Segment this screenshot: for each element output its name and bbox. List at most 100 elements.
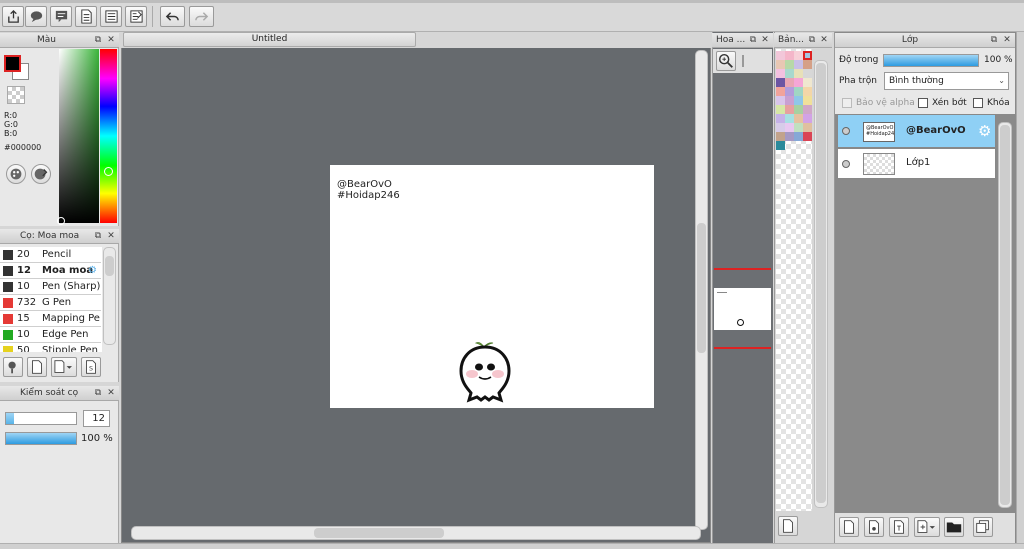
palette-swatch[interactable] [776,96,785,105]
palette-swatch[interactable] [785,123,794,132]
hue-slider[interactable] [100,49,117,223]
undock-icon[interactable]: ⧉ [807,35,817,45]
export-button[interactable] [2,6,24,27]
close-icon[interactable]: ✕ [106,35,116,45]
palette-swatch[interactable] [776,141,785,150]
canvas-vertical-scrollbar[interactable] [695,50,708,530]
redo-button[interactable] [189,6,214,27]
palette-swatch[interactable] [776,78,785,87]
palette-swatch[interactable] [785,87,794,96]
brush-list-item[interactable]: 20 Pencil [0,247,101,263]
palette-swatch[interactable] [794,51,803,60]
checklist-button[interactable] [125,6,147,27]
palette-swatch[interactable] [776,123,785,132]
palette-swatch[interactable] [794,114,803,123]
undock-icon[interactable]: ⧉ [93,35,103,45]
palette-swatch[interactable] [785,78,794,87]
new-text-layer-button[interactable] [889,517,909,537]
layer-scrollbar[interactable] [998,122,1012,508]
brush-list-scrollbar[interactable] [103,247,116,345]
palette-swatch[interactable] [794,132,803,141]
brush-opacity-slider[interactable] [5,432,77,445]
canvas-horizontal-scrollbar[interactable] [131,526,701,540]
close-icon[interactable]: ✕ [106,388,116,398]
gear-icon[interactable]: ⚙ [88,263,97,278]
palette-swatch[interactable] [803,114,812,123]
brush-copy-button[interactable]: S [81,357,101,377]
brush-settings-button[interactable] [3,357,23,377]
navigator-preview[interactable] [714,288,771,330]
saturation-value-picker[interactable] [59,49,99,223]
palette-swatch[interactable] [785,105,794,114]
transparent-color[interactable] [7,86,25,104]
undock-icon[interactable]: ⧉ [93,231,103,241]
layer-row[interactable]: Lớp1 [837,148,996,179]
palette-swatch[interactable] [785,60,794,69]
brush-list-item[interactable]: 732 G Pen [0,295,101,311]
scroll-thumb[interactable] [314,528,444,538]
palette-swatch[interactable] [794,123,803,132]
layer-visibility-toggle[interactable] [842,160,850,168]
new-folder-button[interactable] [944,517,964,537]
brush-size-slider[interactable] [5,412,77,425]
undo-button[interactable] [160,6,185,27]
speech-bubble-button[interactable] [25,6,47,27]
brush-list-item[interactable]: 15 Mapping Pen [0,311,101,327]
scroll-thumb[interactable] [105,256,114,276]
new-palette-color-button[interactable] [778,516,798,536]
list-button[interactable] [100,6,122,27]
palette-swatch[interactable] [803,123,812,132]
palette-swatch[interactable] [776,87,785,96]
palette-swatch[interactable] [803,78,812,87]
undock-icon[interactable]: ⧉ [748,35,758,45]
palette-swatch[interactable] [803,96,812,105]
scroll-thumb[interactable] [816,63,826,503]
palette-swatch[interactable] [794,87,803,96]
brush-menu-button[interactable] [51,357,77,377]
palette-swatch[interactable] [785,51,794,60]
palette-swatch[interactable] [803,132,812,141]
palette-swatch[interactable] [794,105,803,114]
clipping-checkbox[interactable] [918,98,928,108]
color-wheel-button[interactable] [6,164,26,184]
palette-swatch[interactable] [803,69,812,78]
zoom-slider-track[interactable] [742,55,744,67]
new-brush-button[interactable] [27,357,47,377]
undock-icon[interactable]: ⧉ [93,388,103,398]
close-icon[interactable]: ✕ [106,231,116,241]
palette-swatch[interactable] [794,96,803,105]
add-layer-menu-button[interactable] [914,517,940,537]
palette-swatch[interactable] [776,105,785,114]
palette-swatch[interactable] [803,60,812,69]
protect-alpha-checkbox[interactable] [842,98,852,108]
palette-swatch[interactable] [803,51,812,60]
scroll-thumb[interactable] [697,223,706,353]
brush-list-item[interactable]: 10 Pen (Sharp) [0,279,101,295]
blend-mode-select[interactable]: Bình thường ⌄ [884,72,1009,90]
comment-button[interactable] [50,6,72,27]
close-icon[interactable]: ✕ [1002,35,1012,45]
palette-swatch[interactable] [776,51,785,60]
brush-list-item[interactable]: 50 Stipple Pen [0,343,101,352]
palette-swatch[interactable] [785,132,794,141]
palette-swatch[interactable] [785,96,794,105]
color-picker-button[interactable] [31,164,51,184]
palette-swatch[interactable] [776,114,785,123]
close-icon[interactable]: ✕ [760,35,770,45]
duplicate-layer-button[interactable] [973,517,993,537]
undock-icon[interactable]: ⧉ [989,35,999,45]
canvas-tab[interactable]: Untitled [123,32,416,47]
palette-swatch[interactable] [794,60,803,69]
new-layer-type-button[interactable] [864,517,884,537]
brush-list-item[interactable]: 10 Edge Pen [0,327,101,343]
drawing-canvas[interactable]: @BearOvO #Hoidap246 [330,165,654,408]
palette-swatch[interactable] [776,69,785,78]
palette-swatch[interactable] [803,87,812,96]
palette-swatch[interactable] [776,60,785,69]
gear-icon[interactable]: ⚙ [978,123,991,139]
palette-swatch[interactable] [794,78,803,87]
layer-opacity-slider[interactable] [883,54,979,67]
close-icon[interactable]: ✕ [819,35,829,45]
document-button[interactable] [75,6,97,27]
palette-scrollbar[interactable] [814,60,828,508]
